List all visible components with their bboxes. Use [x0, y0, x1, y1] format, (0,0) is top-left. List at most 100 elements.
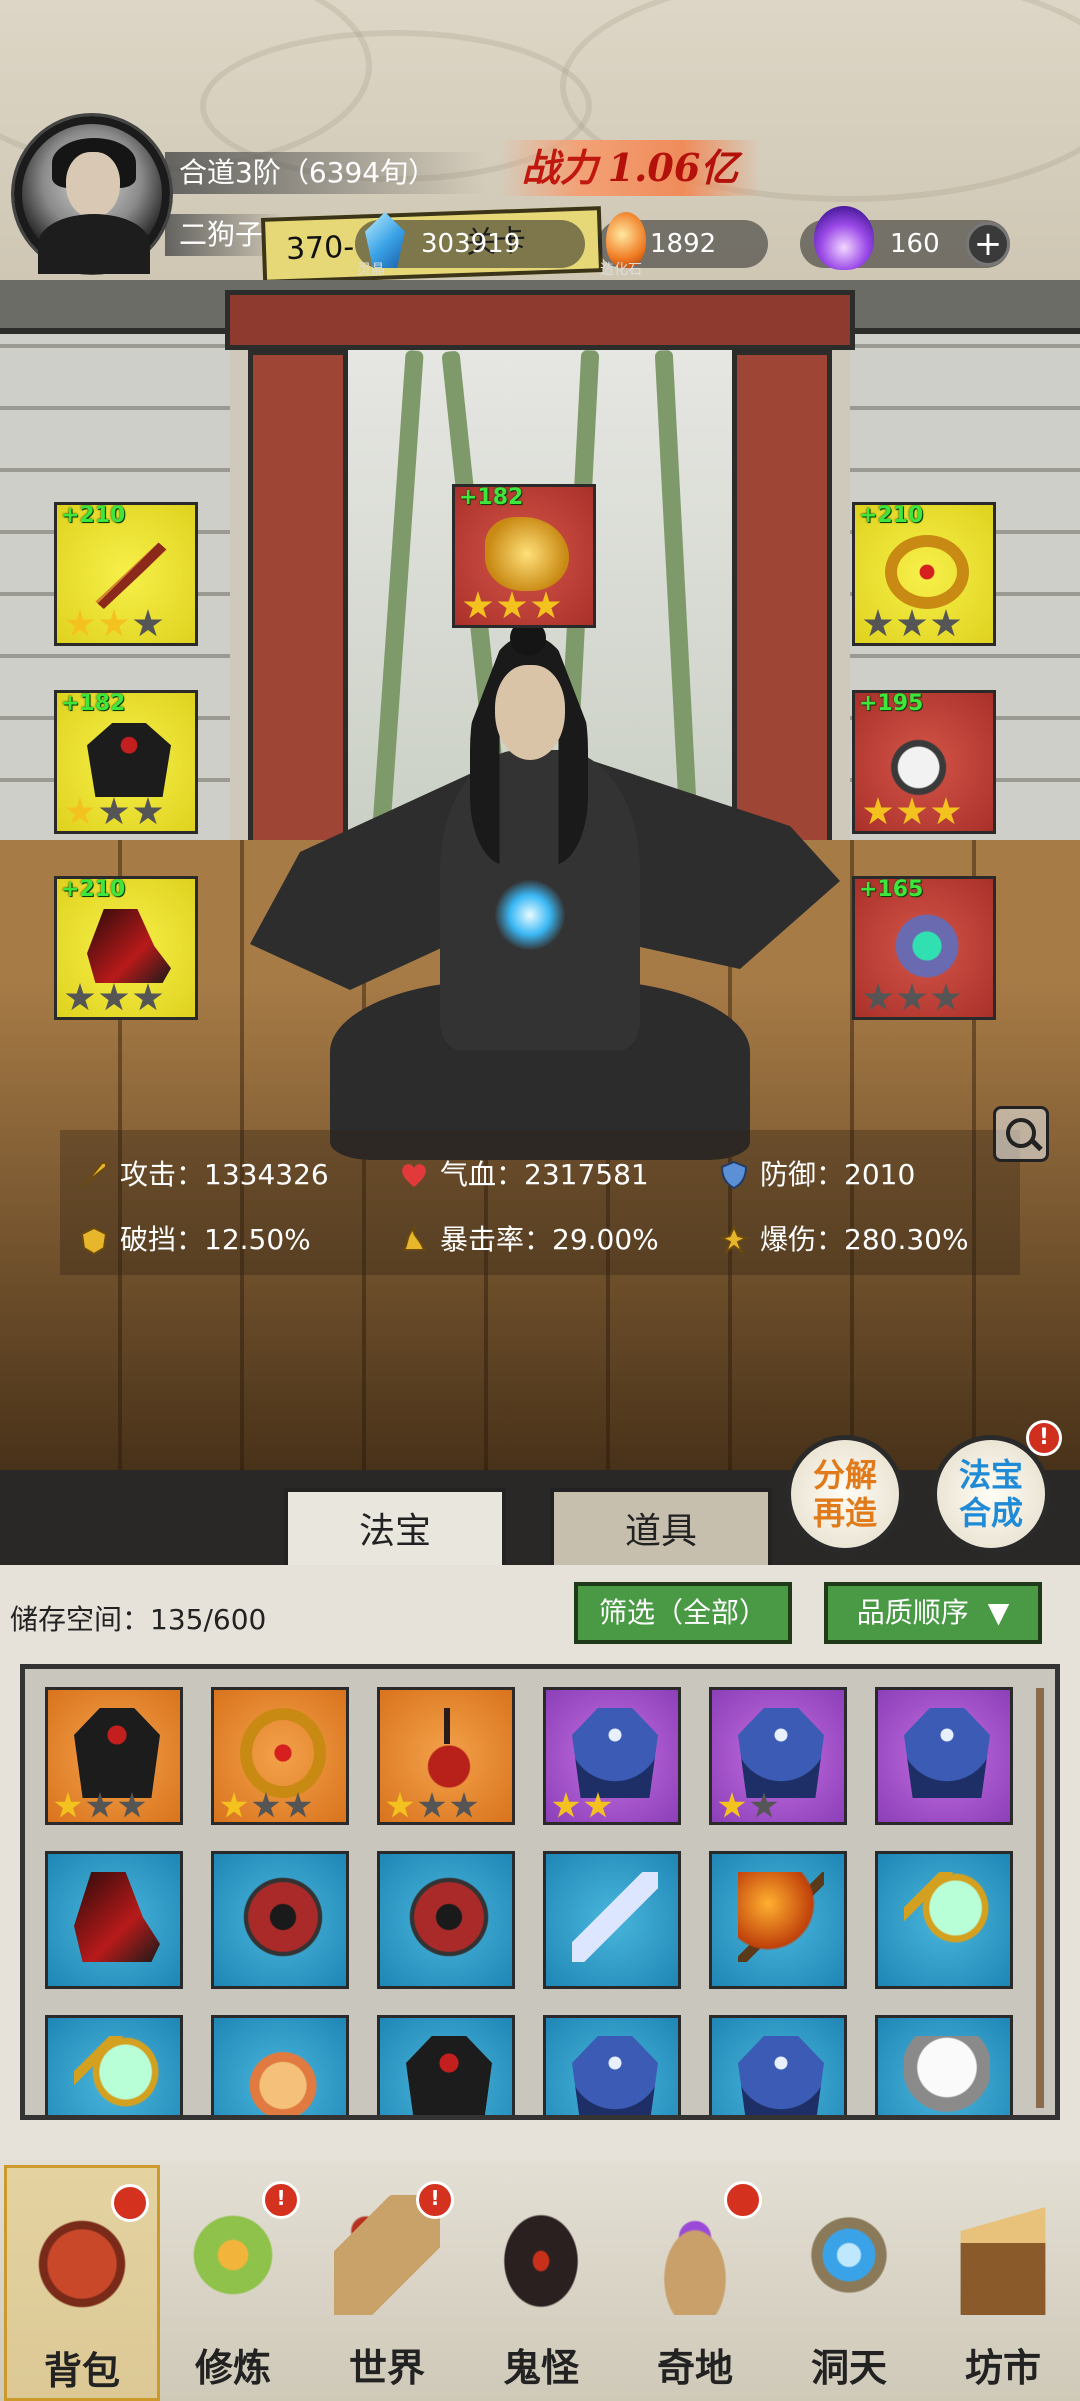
star-empty-icon [86, 1792, 114, 1818]
star-empty-icon [450, 1792, 478, 1818]
nav-cultivate[interactable]: 修炼! [158, 2165, 308, 2395]
nav-market[interactable]: 坊市 [928, 2165, 1078, 2395]
equip-slot-right-2[interactable]: +195 [852, 690, 996, 834]
inventory-scrollbar[interactable] [1036, 1688, 1044, 2108]
inventory-item[interactable] [543, 2015, 681, 2115]
resource-creation-stone[interactable]: 造化石 1892 [598, 212, 768, 278]
star-filled-icon [863, 797, 893, 825]
inventory-item[interactable] [377, 1687, 515, 1825]
nav-label: 洞天 [810, 2345, 887, 2390]
stage-number: 370- [285, 229, 355, 268]
inventory-item[interactable] [543, 1851, 681, 1989]
inventory-item[interactable] [211, 2015, 349, 2115]
inventory-item[interactable] [211, 1687, 349, 1825]
stat-crit-damage-label: 爆伤： [760, 1223, 845, 1256]
critical-damage-icon [719, 1224, 749, 1255]
equip-bonus: +165 [859, 877, 924, 902]
prayer-beads-icon [95, 542, 167, 609]
equip-slot-center[interactable]: +182 [452, 484, 596, 628]
resource-spirit-crystal[interactable]: 灵晶 303919 [355, 212, 585, 278]
nav-land[interactable]: 奇地 [620, 2165, 770, 2395]
decompose-rebuild-button[interactable]: 分解 再造 [786, 1435, 904, 1553]
stat-crit-damage-value: 280.30% [844, 1223, 969, 1256]
equip-slot-left-1[interactable]: +210 [54, 502, 198, 646]
storage-label: 储存空间： [10, 1603, 151, 1636]
treasure-synthesis-button[interactable]: 法宝 合成 [932, 1435, 1050, 1553]
inventory-item[interactable] [709, 1687, 847, 1825]
inventory-item[interactable] [211, 1851, 349, 1989]
tab-treasure[interactable]: 法宝 [284, 1488, 506, 1572]
inventory-item[interactable] [45, 1851, 183, 1989]
star-empty-icon [133, 609, 163, 637]
star-empty-icon [897, 983, 927, 1011]
add-resource-button[interactable]: + [966, 222, 1010, 266]
star-empty-icon [863, 609, 893, 637]
inventory-grid [20, 1664, 1060, 2120]
star-empty-icon [99, 983, 129, 1011]
inventory-item[interactable] [45, 2015, 183, 2115]
portal-icon [796, 2195, 902, 2315]
star-empty-icon [863, 983, 893, 1011]
avatar[interactable] [14, 116, 170, 274]
inventory-item[interactable] [45, 1687, 183, 1825]
white-armor-icon [904, 2036, 990, 2115]
purple-flame-icon [814, 206, 874, 270]
notification-badge: ! [262, 2181, 300, 2219]
nav-label: 修炼 [194, 2345, 271, 2390]
inventory-item[interactable] [709, 1851, 847, 1989]
dark-robe-icon [74, 1708, 160, 1798]
inventory-item[interactable] [543, 1687, 681, 1825]
star-rating [552, 1792, 612, 1820]
star-empty-icon [99, 797, 129, 825]
nav-bag[interactable]: 背包 [4, 2165, 160, 2401]
inventory-item[interactable] [875, 1687, 1013, 1825]
dark-robe-icon [406, 2036, 492, 2115]
equip-slot-right-1[interactable]: +210 [852, 502, 996, 646]
inspect-magnifier-button[interactable] [993, 1106, 1049, 1162]
star-filled-icon [584, 1792, 612, 1818]
star-empty-icon [133, 983, 163, 1011]
avatar-robe [38, 214, 150, 274]
jade-mirror-icon [74, 2036, 160, 2115]
door-right [732, 350, 832, 860]
equip-slot-left-3[interactable]: +210 [54, 876, 198, 1020]
nav-cave[interactable]: 洞天 [774, 2165, 924, 2395]
stat-defense-value: 2010 [844, 1158, 916, 1191]
equip-bonus: +195 [859, 691, 924, 716]
equip-bonus: +182 [459, 485, 524, 510]
equip-slot-left-2[interactable]: +182 [54, 690, 198, 834]
door-beam [225, 290, 855, 350]
inventory-item[interactable] [875, 2015, 1013, 2115]
inventory-item[interactable] [709, 2015, 847, 2115]
star-empty-icon [133, 797, 163, 825]
sort-dropdown[interactable]: 品质顺序 ▼ [824, 1582, 1042, 1644]
star-empty-icon [750, 1792, 778, 1818]
broken-sword-icon [572, 1872, 658, 1962]
inventory-item[interactable] [875, 1851, 1013, 1989]
star-rating [65, 797, 163, 827]
nav-label: 世界 [348, 2345, 425, 2390]
golden-cloud-emblem-icon [485, 517, 569, 591]
filter-button[interactable]: 筛选（全部） [574, 1582, 792, 1644]
stat-hp-label: 气血： [440, 1158, 525, 1191]
decompose-label-1: 分解 [812, 1456, 877, 1494]
star-filled-icon [65, 797, 95, 825]
emerald-ring-icon [885, 909, 969, 983]
star-empty-icon [284, 1792, 312, 1818]
star-empty-icon [118, 1792, 146, 1818]
nav-world[interactable]: 世界! [312, 2165, 462, 2395]
star-filled-icon [552, 1792, 580, 1818]
market-stall-icon [960, 2207, 1046, 2315]
nav-label: 背包 [43, 2348, 120, 2393]
tab-band [0, 1470, 1080, 1565]
nav-ghost[interactable]: 鬼怪 [466, 2165, 616, 2395]
jade-pendant-icon [885, 723, 969, 797]
inventory-item[interactable] [377, 2015, 515, 2115]
equip-slot-right-3[interactable]: +165 [852, 876, 996, 1020]
tab-items[interactable]: 道具 [550, 1488, 772, 1572]
equip-bonus: +210 [859, 503, 924, 528]
stat-crit-rate-value: 29.00% [552, 1223, 659, 1256]
star-rating [220, 1792, 312, 1820]
star-empty-icon [897, 609, 927, 637]
inventory-item[interactable] [377, 1851, 515, 1989]
